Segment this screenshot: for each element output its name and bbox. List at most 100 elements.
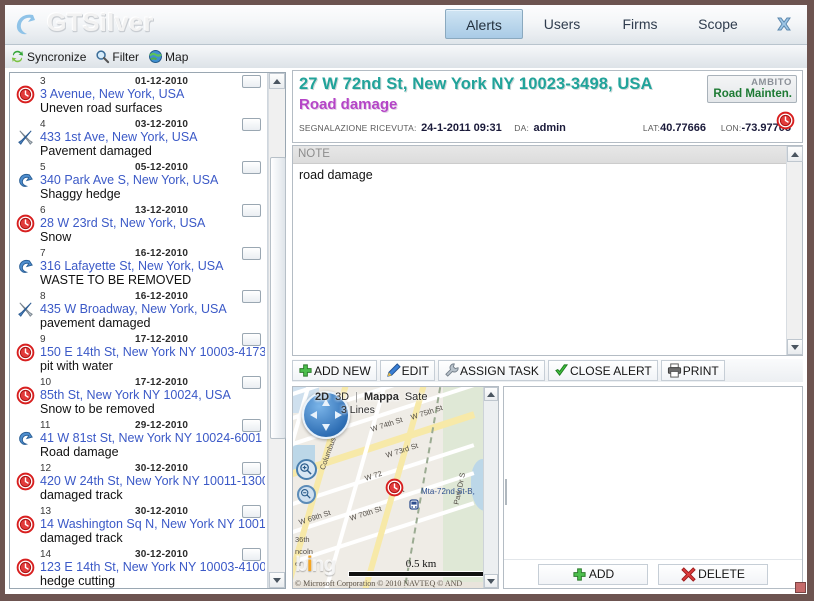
alert-list-item[interactable]: 14 30-12-2010 123 E 14th St, New York NY 1… (10, 546, 267, 588)
alert-list-item[interactable]: 7 16-12-2010 316 Lafayette St, New York, U… (10, 245, 267, 288)
note-scroll-down-button[interactable] (787, 339, 803, 355)
add-label: ADD (588, 567, 615, 581)
alert-address: 41 W 81st St, New York NY 10024-6001 (40, 431, 263, 445)
zoom-out-icon[interactable] (297, 485, 316, 504)
alert-row-checkbox[interactable] (242, 376, 261, 389)
map-scroll-down-button[interactable] (484, 574, 498, 588)
map-satellite-button[interactable]: Sate (405, 391, 428, 403)
scroll-thumb[interactable] (270, 157, 286, 439)
alert-address: 14 Washington Sq N, New York NY 10011 (40, 517, 265, 531)
map-scrollbar[interactable] (483, 387, 498, 588)
tab-users[interactable]: Users (523, 9, 601, 39)
close-alert-button[interactable]: CLOSE ALERT (547, 360, 658, 381)
edit-button[interactable]: EDIT (379, 360, 436, 381)
alert-row-checkbox[interactable] (242, 505, 261, 518)
alert-date: 30-12-2010 (135, 505, 189, 517)
alert-row-checkbox[interactable] (242, 290, 261, 303)
alert-row-checkbox[interactable] (242, 419, 261, 432)
map-pin-clock-alert-icon[interactable] (385, 478, 404, 497)
close-alert-label: CLOSE ALERT (569, 363, 652, 378)
from-label: DA: (514, 123, 530, 133)
alert-list-item[interactable]: 9 17-12-2010 150 E 14th St, New York NY 10… (10, 331, 267, 374)
lat-label: LAT: (642, 123, 661, 133)
alert-list-item[interactable]: 10 17-12-2010 85th St, New York NY 10024, … (10, 374, 267, 417)
alert-list-scrollbar[interactable] (268, 73, 286, 588)
map-button[interactable]: Map (145, 46, 194, 67)
note-scroll-up-button[interactable] (787, 146, 803, 162)
add-new-button[interactable]: ADD NEW (292, 360, 377, 381)
add-button[interactable]: ADD (538, 563, 648, 585)
alert-list-item[interactable]: 6 13-12-2010 28 W 23rd St, New York, USA Sn… (10, 202, 267, 245)
alert-date: 01-12-2010 (135, 75, 189, 87)
map-canvas[interactable]: W 75th StW 74th StW 73rd StW 72StW 70th … (293, 387, 498, 588)
arrow-return-icon (16, 429, 35, 448)
print-button[interactable]: PRINT (660, 360, 725, 381)
alert-number: 11 (40, 419, 51, 431)
note-scrollbar[interactable] (786, 146, 803, 355)
resize-grip[interactable] (795, 582, 806, 593)
app-logo: GTSilver (13, 9, 154, 38)
alert-address: 28 W 23rd St, New York, USA (40, 216, 206, 230)
clock-alert-icon (16, 472, 35, 491)
alert-number: 5 (40, 161, 46, 173)
map-scale-bar (348, 571, 494, 577)
alert-list-item[interactable]: 3 01-12-2010 3 Avenue, New York, USA Uneven… (10, 73, 267, 116)
close-x-icon[interactable] (771, 11, 797, 37)
magnifier-icon (95, 49, 110, 64)
delete-button[interactable]: DELETE (658, 563, 768, 585)
tab-firms[interactable]: Firms (601, 9, 679, 39)
map-2d-button[interactable]: 2D (315, 391, 329, 403)
alert-row-checkbox[interactable] (242, 204, 261, 217)
scroll-down-button[interactable] (269, 572, 285, 588)
alert-list-item[interactable]: 13 30-12-2010 14 Washington Sq N, New York… (10, 503, 267, 546)
alert-number: 8 (40, 290, 46, 302)
alert-description: Snow (40, 230, 72, 244)
main-tabs: Alerts Users Firms Scope (445, 9, 799, 39)
alert-number: 4 (40, 118, 46, 130)
syncronize-button[interactable]: Syncronize (7, 46, 92, 67)
alert-list-item[interactable]: 8 16-12-2010 435 W Broadway, New York, USA… (10, 288, 267, 331)
alert-number: 14 (40, 548, 52, 560)
clock-alert-icon (16, 515, 35, 534)
alert-list-item[interactable]: 11 29-12-2010 41 W 81st St, New York NY 10… (10, 417, 267, 460)
alert-row-checkbox[interactable] (242, 462, 261, 475)
alert-row-checkbox[interactable] (242, 333, 261, 346)
map-3d-button[interactable]: 3D (335, 391, 349, 403)
alert-row-checkbox[interactable] (242, 247, 261, 260)
map-scroll-up-button[interactable] (484, 387, 498, 401)
detail-bottom-area: W 75th StW 74th StW 73rd StW 72StW 70th … (292, 386, 803, 589)
vertical-splitter-handle[interactable] (714, 384, 754, 389)
filter-button[interactable]: Filter (92, 46, 145, 67)
alert-list-item[interactable]: 12 30-12-2010 420 W 24th St, New York NY … (10, 460, 267, 503)
scroll-up-button[interactable] (269, 73, 285, 89)
assign-task-label: ASSIGN TASK (460, 363, 539, 378)
alert-list-item[interactable]: 5 05-12-2010 340 Park Ave S, New York, USA… (10, 159, 267, 202)
printer-icon (667, 363, 682, 378)
alert-list-item[interactable]: 4 03-12-2010 433 1st Ave, New York, USA Pa… (10, 116, 267, 159)
alert-date: 03-12-2010 (135, 118, 189, 130)
tab-alerts[interactable]: Alerts (445, 9, 523, 39)
alert-row-checkbox[interactable] (242, 75, 261, 88)
map-mappa-button[interactable]: Mappa (364, 391, 399, 403)
alert-description: Snow to be removed (40, 402, 155, 416)
alert-number: 12 (40, 462, 52, 474)
detail-meta: SEGNALAZIONE RICEVUTA: 24-1-2011 09:31 D… (299, 118, 796, 134)
received-value: 24-1-2011 09:31 (421, 122, 502, 134)
alert-date: 16-12-2010 (135, 247, 189, 259)
map-widget[interactable]: W 75th StW 74th StW 73rd StW 72StW 70th … (292, 386, 499, 589)
alert-list-panel: 3 01-12-2010 3 Avenue, New York, USA Uneven… (9, 72, 286, 589)
alert-description: Road damage (40, 445, 119, 459)
assign-task-button[interactable]: ASSIGN TASK (438, 360, 545, 381)
alert-address: 85th St, New York NY 10024, USA (40, 388, 231, 402)
application-window: GTSilver Alerts Users Firms Scope Syncro… (0, 0, 814, 601)
alert-date: 13-12-2010 (135, 204, 189, 216)
alert-row-checkbox[interactable] (242, 161, 261, 174)
plus-green-icon (298, 363, 313, 378)
alert-list[interactable]: 3 01-12-2010 3 Avenue, New York, USA Uneven… (10, 73, 268, 588)
alert-row-checkbox[interactable] (242, 118, 261, 131)
task-list-body[interactable] (504, 387, 802, 559)
zoom-in-icon[interactable] (296, 459, 317, 480)
alert-row-checkbox[interactable] (242, 548, 261, 561)
tab-scope[interactable]: Scope (679, 9, 757, 39)
panel-splitter[interactable] (504, 387, 508, 588)
